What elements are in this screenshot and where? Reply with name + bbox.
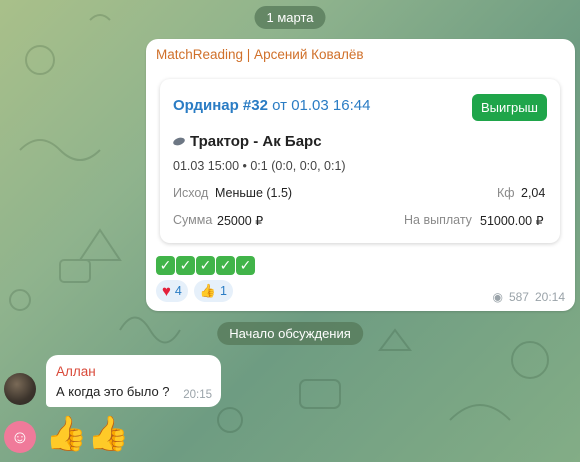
reply-text: А когда это было ? bbox=[56, 384, 170, 399]
match-info: 01.03 15:00 • 0:1 (0:0, 0:0, 0:1) bbox=[173, 159, 346, 173]
odds-label: Кф bbox=[497, 186, 515, 200]
channel-post[interactable]: MatchReading | Арсений Ковалёв Ординар #… bbox=[146, 39, 575, 311]
check-mark-icon: ✓ bbox=[196, 256, 215, 275]
reply-message[interactable]: Аллан А когда это было ? 20:15 bbox=[46, 355, 221, 407]
check-mark-icon: ✓ bbox=[216, 256, 235, 275]
post-time: 20:14 bbox=[534, 290, 565, 304]
payout-label: На выплату bbox=[404, 213, 472, 227]
win-badge: Выигрыш bbox=[471, 94, 547, 121]
check-mark-icon: ✓ bbox=[176, 256, 195, 275]
post-author[interactable]: MatchReading | Арсений Ковалёв bbox=[156, 47, 364, 62]
stake-value: 25000 ₽ bbox=[217, 214, 264, 228]
stake-label: Сумма bbox=[173, 213, 213, 227]
outcome-value: Меньше (1.5) bbox=[215, 186, 293, 200]
eye-icon: ◉ bbox=[492, 290, 503, 304]
bet-card: Ординар #32 от 01.03 16:44 Выигрыш Тракт… bbox=[160, 79, 560, 243]
post-meta: ◉ 587 20:14 bbox=[492, 290, 565, 304]
reaction-count: 1 bbox=[220, 284, 227, 298]
match-line: Трактор - Ак Барс bbox=[172, 133, 322, 150]
odds-value: 2,04 bbox=[521, 186, 546, 200]
thumbs-up-sticker[interactable]: 👍👍 bbox=[45, 412, 130, 456]
reaction-heart[interactable]: ♥ 4 bbox=[156, 280, 188, 302]
heart-icon: ♥ bbox=[162, 282, 171, 300]
date-separator: 1 марта bbox=[254, 6, 326, 29]
ghost-icon[interactable]: ☺ bbox=[4, 421, 36, 453]
view-count: 587 bbox=[508, 290, 529, 304]
bet-number: Ординар #32 bbox=[173, 97, 268, 114]
thumbs-up-icon: 👍 bbox=[199, 283, 217, 298]
reactions: ♥ 4 👍 1 bbox=[156, 280, 233, 302]
hockey-puck-icon bbox=[172, 136, 186, 147]
avatar[interactable] bbox=[4, 373, 36, 405]
check-emoji-row: ✓ ✓ ✓ ✓ ✓ bbox=[156, 256, 255, 275]
reaction-count: 4 bbox=[174, 284, 182, 298]
reply-author[interactable]: Аллан bbox=[56, 364, 96, 379]
discussion-start-label: Начало обсуждения bbox=[217, 322, 363, 345]
check-mark-icon: ✓ bbox=[156, 256, 175, 275]
reply-time: 20:15 bbox=[183, 389, 212, 401]
bet-title: Ординар #32 от 01.03 16:44 bbox=[173, 97, 370, 114]
match-name: Трактор - Ак Барс bbox=[190, 133, 322, 150]
check-mark-icon: ✓ bbox=[236, 256, 255, 275]
outcome-label: Исход bbox=[173, 186, 209, 200]
payout-value: 51000.00 ₽ bbox=[480, 214, 544, 228]
bet-date: от 01.03 16:44 bbox=[272, 97, 371, 114]
reaction-thumbs-up[interactable]: 👍 1 bbox=[193, 280, 233, 302]
